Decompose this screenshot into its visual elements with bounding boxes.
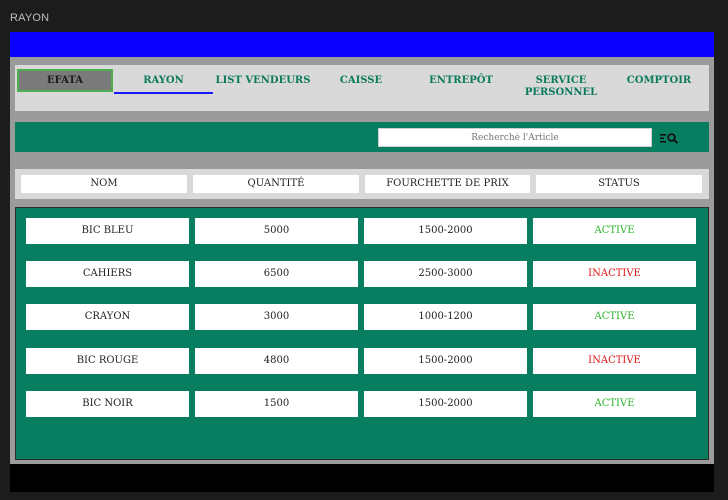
search-list-icon [660, 133, 679, 144]
nav-active-underline [114, 92, 213, 94]
main-canvas: EFATA RAYON LIST VENDEURS CAISSE ENTREPÔ… [10, 32, 714, 464]
table-cell-prix: 2500-3000 [364, 261, 527, 287]
search-input[interactable] [378, 128, 652, 147]
top-blue-bar [10, 32, 714, 57]
data-table: BIC BLEU 5000 1500-2000 ACTIVE CAHIERS 6… [15, 207, 709, 460]
nav-item-caisse[interactable]: CAISSE [321, 75, 401, 87]
bottom-bar [10, 464, 714, 492]
table-cell-prix: 1500-2000 [364, 348, 527, 374]
table-cell-quantite: 4800 [195, 348, 358, 374]
status-badge: ACTIVE [533, 391, 696, 417]
column-header-status: STATUS [536, 175, 702, 193]
status-badge: INACTIVE [533, 348, 696, 374]
search-bar [15, 122, 709, 152]
window-title: RAYON [10, 12, 50, 24]
app-window: RAYON EFATA RAYON LIST VENDEURS CAISSE E… [0, 0, 728, 500]
top-navigation: EFATA RAYON LIST VENDEURS CAISSE ENTREPÔ… [15, 65, 709, 111]
table-cell-prix: 1500-2000 [364, 391, 527, 417]
status-badge: ACTIVE [533, 218, 696, 244]
nav-item-rayon[interactable]: RAYON [114, 75, 213, 87]
nav-item-comptoir[interactable]: COMPTOIR [619, 75, 699, 87]
table-header: NOM QUANTITÉ FOURCHETTE DE PRIX STATUS [15, 169, 709, 199]
table-cell-prix: 1000-1200 [364, 304, 527, 330]
table-cell-nom: BIC BLEU [26, 218, 189, 244]
table-cell-quantite: 6500 [195, 261, 358, 287]
table-cell-nom: CRAYON [26, 304, 189, 330]
nav-item-entrepot[interactable]: ENTREPÔT [415, 75, 507, 87]
table-cell-nom: BIC ROUGE [26, 348, 189, 374]
table-cell-quantite: 3000 [195, 304, 358, 330]
table-cell-prix: 1500-2000 [364, 218, 527, 244]
status-badge: INACTIVE [533, 261, 696, 287]
table-cell-quantite: 1500 [195, 391, 358, 417]
column-header-prix: FOURCHETTE DE PRIX [365, 175, 530, 193]
table-cell-nom: BIC NOIR [26, 391, 189, 417]
table-cell-quantite: 5000 [195, 218, 358, 244]
nav-item-list-vendeurs[interactable]: LIST VENDEURS [213, 75, 313, 87]
column-header-quantite: QUANTITÉ [193, 175, 359, 193]
table-cell-nom: CAHIERS [26, 261, 189, 287]
status-badge: ACTIVE [533, 304, 696, 330]
nav-item-efata[interactable]: EFATA [17, 69, 113, 92]
nav-item-service-personnel[interactable]: SERVICE PERSONNEL [523, 75, 599, 99]
column-header-nom: NOM [21, 175, 187, 193]
search-list-button[interactable] [658, 129, 682, 147]
